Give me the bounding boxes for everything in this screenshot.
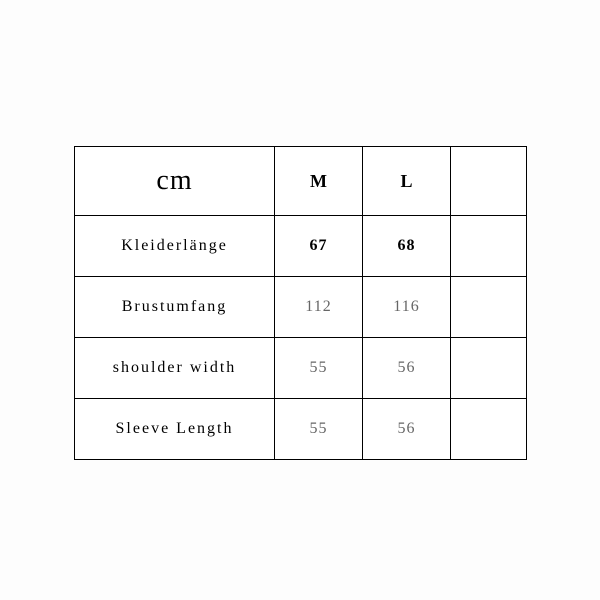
metric-label-cell: Kleiderlänge bbox=[75, 216, 275, 277]
column-header-label: M bbox=[310, 171, 327, 191]
value: 55 bbox=[310, 420, 328, 437]
value: 116 bbox=[393, 298, 419, 315]
value-cell: 68 bbox=[363, 216, 451, 277]
value-cell: 56 bbox=[363, 399, 451, 460]
unit-label: cm bbox=[156, 165, 192, 196]
value-cell bbox=[451, 277, 527, 338]
value-cell bbox=[451, 338, 527, 399]
value-cell bbox=[451, 216, 527, 277]
table-row: shoulder width 55 56 bbox=[75, 338, 527, 399]
metric-label-cell: Sleeve Length bbox=[75, 399, 275, 460]
value-cell: 55 bbox=[275, 399, 363, 460]
value: 55 bbox=[310, 359, 328, 376]
size-chart-table: cm M L Kleiderlänge 67 68 bbox=[74, 146, 527, 460]
value-cell: 112 bbox=[275, 277, 363, 338]
value-cell: 56 bbox=[363, 338, 451, 399]
table-row: Sleeve Length 55 56 bbox=[75, 399, 527, 460]
metric-label-cell: shoulder width bbox=[75, 338, 275, 399]
table-row: Brustumfang 112 116 bbox=[75, 277, 527, 338]
metric-label: shoulder width bbox=[113, 359, 237, 376]
column-header-l: L bbox=[363, 147, 451, 216]
table-header-row: cm M L bbox=[75, 147, 527, 216]
unit-header: cm bbox=[75, 147, 275, 216]
table-row: Kleiderlänge 67 68 bbox=[75, 216, 527, 277]
metric-label: Sleeve Length bbox=[116, 420, 234, 437]
metric-label: Kleiderlänge bbox=[121, 237, 228, 254]
metric-label-cell: Brustumfang bbox=[75, 277, 275, 338]
value-cell: 67 bbox=[275, 216, 363, 277]
value: 67 bbox=[310, 237, 328, 254]
value-cell: 116 bbox=[363, 277, 451, 338]
column-header-m: M bbox=[275, 147, 363, 216]
value-cell: 55 bbox=[275, 338, 363, 399]
value-cell bbox=[451, 399, 527, 460]
metric-label: Brustumfang bbox=[122, 298, 228, 315]
value: 56 bbox=[398, 420, 416, 437]
column-header-label: L bbox=[400, 171, 412, 191]
value: 68 bbox=[398, 237, 416, 254]
value: 112 bbox=[305, 298, 331, 315]
value: 56 bbox=[398, 359, 416, 376]
column-header-empty bbox=[451, 147, 527, 216]
